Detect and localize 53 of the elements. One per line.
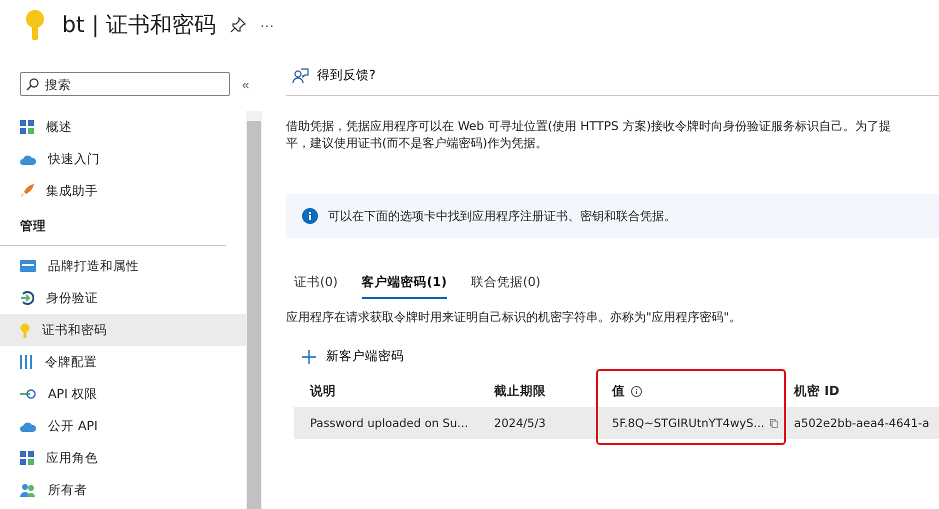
scrollbar[interactable]	[246, 111, 262, 509]
column-header: 说明	[310, 382, 336, 400]
section-heading: 管理	[20, 218, 46, 234]
tab[interactable]: 联合凭据(0)	[470, 268, 541, 299]
column-header: 值	[612, 382, 625, 400]
description-text: 借助凭据，凭据应用程序可以在 Web 可寻址位置(使用 HTTPS 方案)接收令牌时向身份验证服务标识自己。为了提	[286, 118, 892, 135]
info-icon	[631, 386, 642, 396]
cloud-icon	[20, 420, 36, 432]
more-button[interactable]: ···	[260, 17, 274, 33]
sidebar-item[interactable]: API 权限	[0, 378, 246, 410]
table-cell: Password uploaded on Su...	[310, 416, 468, 430]
table-cell: 2024/5/3	[494, 416, 546, 430]
column-header: 机密 ID	[794, 382, 840, 400]
pin-icon[interactable]	[230, 17, 246, 33]
sidebar-item[interactable]: 身份验证	[0, 282, 246, 314]
search-field[interactable]: 搜索	[20, 72, 230, 96]
sidebar-item[interactable]: 令牌配置	[0, 346, 246, 378]
table-cell: a502e2bb-aea4-4641-a	[794, 416, 930, 430]
card-icon	[20, 260, 36, 272]
sidebar-item[interactable]: 应用角色	[0, 442, 246, 474]
key-icon	[24, 9, 46, 41]
column-header: 截止期限	[494, 382, 546, 400]
tab[interactable]: 客户端密码(1)	[362, 268, 447, 299]
key-icon	[20, 322, 30, 338]
collapse-button[interactable]: «	[242, 76, 250, 92]
sidebar-item[interactable]: 集成助手	[0, 175, 246, 207]
tab[interactable]: 证书(0)	[294, 268, 338, 299]
people-icon	[20, 483, 36, 497]
description-text: 平，建议使用证书(而不是客户端密码)作为凭据。	[286, 135, 548, 152]
table-cell: 5F.8Q~STGIRUtnYT4wyS...	[612, 416, 764, 430]
search-icon	[26, 78, 39, 91]
info-text: 可以在下面的选项卡中找到应用程序注册证书、密钥和联合凭据。	[328, 208, 676, 224]
cloud-icon	[20, 154, 36, 164]
sidebar-item[interactable]: 快速入门	[0, 143, 246, 175]
person-chat-icon	[292, 68, 309, 84]
feedback-button[interactable]: 得到反馈?	[286, 67, 376, 84]
tab-description: 应用程序在请求获取令牌时用来证明自己标识的机密字符串。亦称为"应用程序密码"。	[286, 309, 742, 326]
copy-icon[interactable]	[770, 416, 778, 430]
arrow-circle-icon	[20, 291, 34, 305]
arrow-icon	[20, 389, 36, 399]
info-icon	[302, 208, 318, 224]
grid-icon	[20, 120, 34, 134]
sidebar-item[interactable]: 所有者	[0, 474, 246, 506]
grid-icon	[20, 451, 34, 465]
sidebar-item[interactable]: 公开 API	[0, 410, 246, 442]
sidebar-item[interactable]: 品牌打造和属性	[0, 250, 246, 282]
plus-icon	[302, 350, 316, 364]
table-row[interactable]: Password uploaded on Su... 2024/5/3 5F.8Q~STGIRUtnYT4wyS... a502e2bb-aea4-4641-a	[294, 407, 939, 439]
bars-icon	[20, 355, 33, 369]
sidebar-item[interactable]: 概述	[0, 111, 246, 143]
sidebar-item[interactable]: 证书和密码	[0, 314, 246, 346]
new-client-secret-button[interactable]: 新客户端密码	[286, 348, 404, 365]
page-title: bt | 证书和密码	[62, 12, 216, 40]
